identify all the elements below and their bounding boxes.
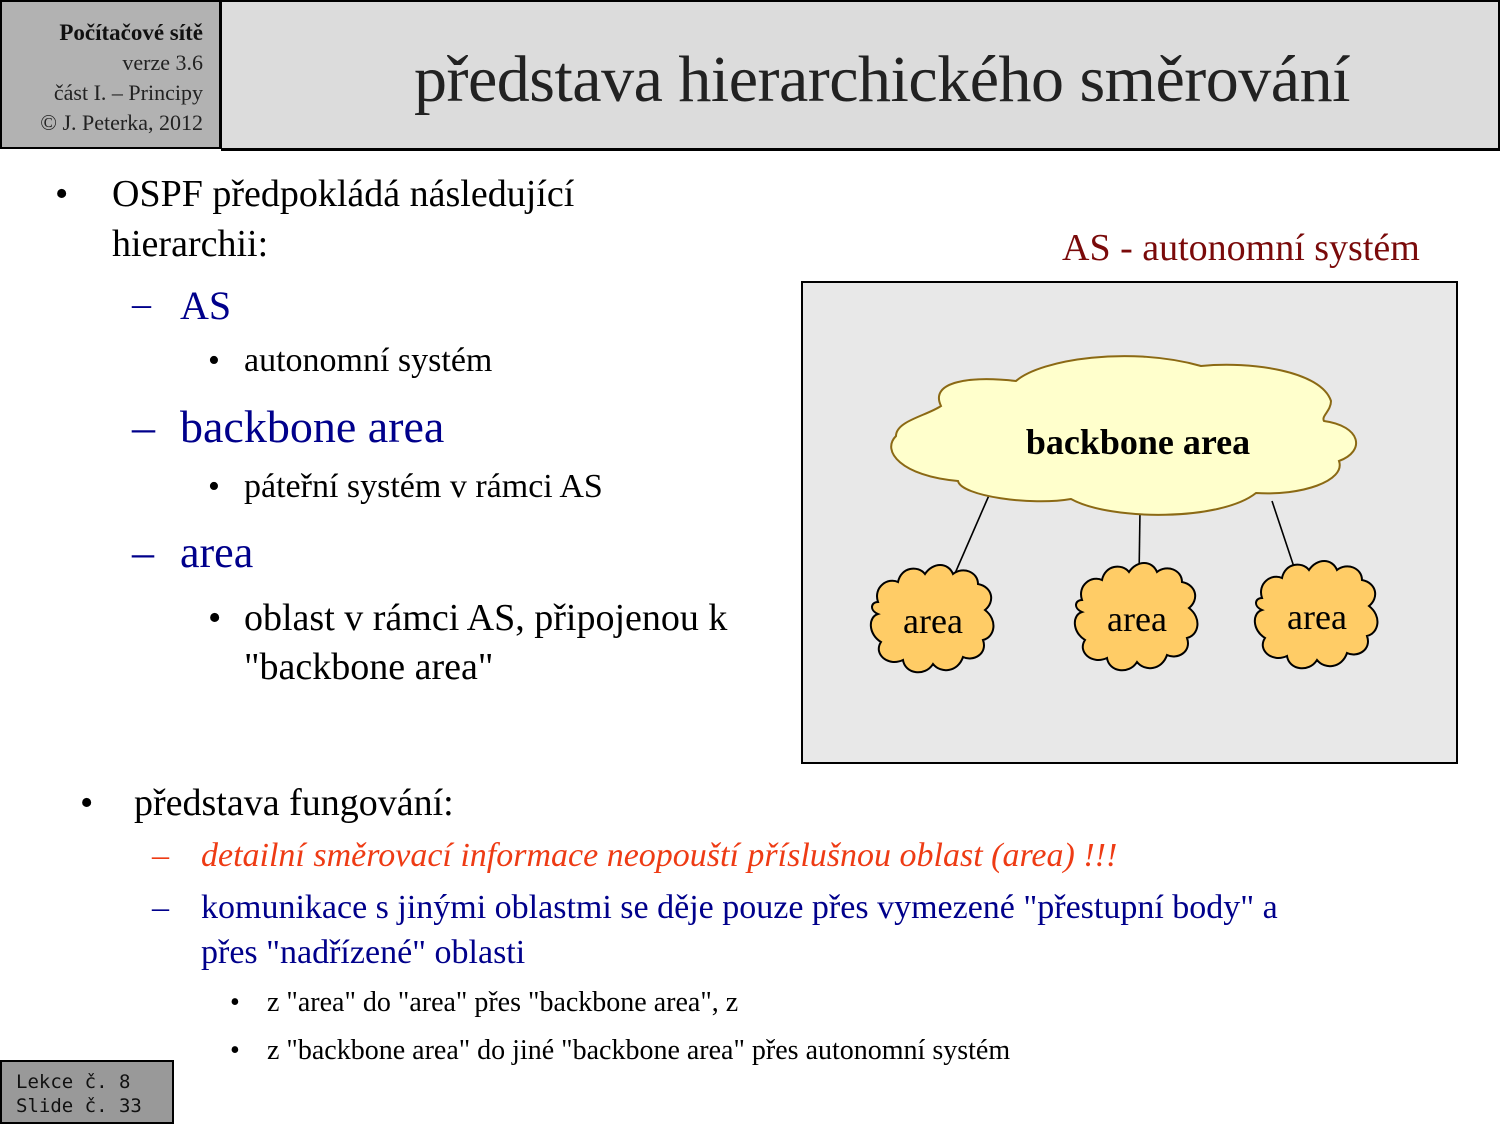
backbone-label: backbone area: [1026, 422, 1250, 462]
bullet-icon: •: [55, 173, 69, 215]
area-label: area: [1287, 597, 1347, 637]
level-term-backbone: backbone area: [180, 401, 445, 452]
dash-icon: –: [152, 889, 169, 926]
dash-icon: –: [132, 401, 155, 452]
diagram-svg: backbone area area area area: [869, 355, 1379, 674]
bullet-icon: •: [230, 987, 240, 1018]
level-desc-backbone: páteřní systém v rámci AS: [244, 468, 603, 505]
operation-heading: představa fungování:: [134, 782, 454, 824]
as-diagram: backbone area area area area: [801, 281, 1458, 764]
slide-number: Slide č. 33: [16, 1095, 142, 1117]
level-term-as: AS: [180, 283, 232, 328]
level-term-area: area: [180, 528, 254, 577]
intro-line-2: hierarchii:: [112, 223, 269, 265]
course-info-box: Počítačové sítě verze 3.6 část I. – Prin…: [0, 0, 221, 149]
area-cloud: area: [1073, 562, 1199, 672]
bullet-icon: •: [80, 782, 94, 824]
operation-point-detail: detailní směrovací informace neopouští p…: [201, 837, 1118, 874]
area-label: area: [1107, 599, 1167, 639]
dash-icon: –: [152, 837, 169, 874]
version-label: verze 3.6: [122, 50, 203, 75]
dash-icon: –: [132, 528, 154, 577]
part-label: část I. – Principy: [53, 80, 203, 105]
operation-point-communication-line-1: komunikace s jinými oblastmi se děje pou…: [201, 889, 1278, 926]
diagram-caption: AS - autonomní systém: [1062, 227, 1420, 269]
title-bar: představa hierarchického směrování: [221, 0, 1500, 151]
level-desc-area-line-2: "backbone area": [244, 646, 494, 688]
level-desc-as: autonomní systém: [244, 342, 493, 379]
level-desc-area-line-1: oblast v rámci AS, připojenou k: [244, 597, 728, 639]
operation-subpoint: z "area" do "area" přes "backbone area",…: [267, 987, 739, 1018]
operation-point-communication-line-2: přes "nadřízené" oblasti: [201, 934, 526, 971]
connector-line: [952, 492, 991, 579]
course-name: Počítačové sítě: [59, 20, 203, 45]
bullet-icon: •: [208, 342, 220, 379]
copyright-label: © J. Peterka, 2012: [40, 110, 203, 135]
area-label: area: [903, 601, 963, 641]
bullet-icon: •: [208, 468, 220, 505]
dash-icon: –: [132, 283, 151, 325]
intro-line-1: OSPF předpokládá následující: [112, 173, 575, 215]
bullet-icon: •: [208, 597, 222, 639]
slide-title: představa hierarchického směrování: [414, 43, 1350, 116]
area-cloud: area: [1253, 560, 1379, 670]
backbone-cloud: backbone area: [890, 355, 1358, 516]
slide-counter-box: Lekce č. 8 Slide č. 33: [0, 1060, 174, 1124]
bullet-icon: •: [230, 1035, 240, 1066]
operation-subpoint: z "backbone area" do jiné "backbone area…: [267, 1035, 1011, 1066]
lesson-number: Lekce č. 8: [16, 1071, 131, 1093]
area-cloud: area: [869, 564, 995, 674]
